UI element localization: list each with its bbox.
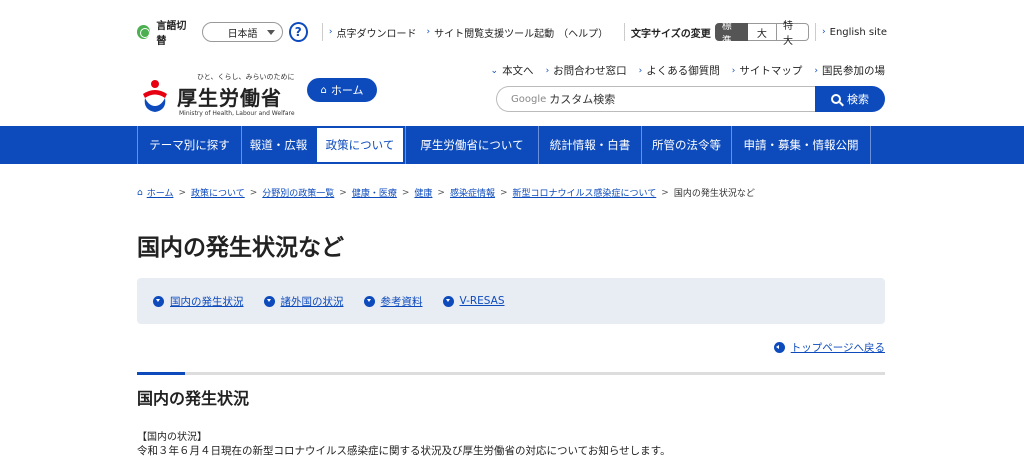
- english-site-link[interactable]: › English site: [822, 27, 887, 38]
- globe-icon: [137, 25, 151, 39]
- header-sub-links: ⌄ 本文へ › お問合わせ窓口 › よくある御質問 › サイトマップ › 国民参加の場: [444, 63, 885, 78]
- divider: [624, 23, 626, 41]
- chevron-down-icon: [266, 30, 275, 35]
- divider: [321, 23, 323, 41]
- nav-item-policy[interactable]: 政策について: [315, 126, 405, 164]
- skip-to-content-link[interactable]: ⌄ 本文へ: [491, 63, 534, 78]
- text-size-xlarge-button[interactable]: 特大: [777, 21, 810, 47]
- nav-item-press[interactable]: 報道・広報: [241, 126, 315, 164]
- public-participation-link[interactable]: › 国民参加の場: [814, 63, 885, 78]
- chevron-right-icon: ›: [731, 65, 736, 76]
- search-icon: [831, 94, 841, 104]
- breadcrumb-covid[interactable]: 新型コロナウイルス感染症について: [513, 186, 657, 199]
- contact-link[interactable]: › お問合わせ窓口: [546, 63, 627, 78]
- breadcrumb-policy[interactable]: 政策について: [191, 186, 245, 199]
- breadcrumb-home[interactable]: ホーム: [147, 186, 174, 199]
- chevron-right-icon: ›: [822, 27, 826, 37]
- back-to-top-link[interactable]: トップページへ戻る: [773, 340, 885, 355]
- nav-item-laws[interactable]: 所管の法令等: [641, 126, 731, 164]
- braille-download-link[interactable]: › 点字ダウンロード: [329, 25, 417, 40]
- text-size-label: 文字サイズの変更: [631, 28, 711, 40]
- nav-item-about[interactable]: 厚生労働省について: [405, 126, 538, 164]
- logo-english-name: Ministry of Health, Labour and Welfare: [179, 110, 295, 117]
- chevron-right-icon: ›: [328, 27, 333, 37]
- page-title: 国内の発生状況など: [137, 235, 344, 261]
- language-label: 言語切替: [156, 21, 187, 47]
- faq-link[interactable]: › よくある御質問: [639, 63, 720, 78]
- breadcrumb-current: 国内の発生状況など: [673, 189, 755, 199]
- chevron-right-icon: ›: [545, 65, 550, 76]
- nav-item-theme[interactable]: テーマ別に探す: [137, 126, 241, 164]
- breadcrumb-policy-list[interactable]: 分野別の政策一覧: [262, 186, 334, 199]
- google-label: Google: [511, 93, 547, 105]
- chevron-down-icon: ⌄: [490, 65, 499, 76]
- home-button[interactable]: ⌂ ホーム: [307, 78, 377, 102]
- search-input[interactable]: Google カスタム検索: [496, 86, 815, 112]
- arrow-left-circle-icon: [773, 342, 785, 353]
- toc-item-vresas[interactable]: V-RESAS: [442, 295, 505, 307]
- body-label: 【国内の状況】: [137, 432, 207, 443]
- toc-item-references[interactable]: 参考資料: [363, 294, 423, 309]
- nav-item-applications[interactable]: 申請・募集・情報公開: [731, 126, 871, 164]
- home-icon: ⌂: [320, 84, 327, 96]
- utility-bar: 言語切替 日本語 ? › 点字ダウンロード › サイト閲覧支援ツール起動 （ヘルプ）…: [137, 20, 887, 47]
- search-form: Google カスタム検索 検索: [496, 86, 885, 112]
- text-size-large-button[interactable]: 大: [747, 23, 777, 41]
- help-icon[interactable]: ?: [288, 22, 308, 42]
- nav-item-statistics[interactable]: 統計情報・白書: [538, 126, 641, 164]
- chevron-right-icon: ›: [426, 27, 431, 37]
- breadcrumb: ⌂ ホーム > 政策について > 分野別の政策一覧 > 健康・医療 > 健康 > 感染症情…: [137, 186, 755, 200]
- assist-tool-link[interactable]: › サイト閲覧支援ツール起動: [426, 25, 554, 40]
- page-toc: 国内の発生状況 諸外国の状況 参考資料 V-RESAS: [137, 278, 885, 324]
- mhlw-logo-icon: [143, 80, 167, 112]
- search-placeholder: カスタム検索: [549, 93, 616, 106]
- arrow-down-circle-icon: [363, 295, 375, 307]
- home-icon: ⌂: [137, 187, 143, 198]
- body-text: 令和３年６月４日現在の新型コロナウイルス感染症に関する状況及び厚生労働省の対応に…: [137, 445, 671, 457]
- arrow-down-circle-icon: [263, 295, 275, 307]
- sitemap-link[interactable]: › サイトマップ: [732, 63, 803, 78]
- arrow-down-circle-icon: [153, 295, 164, 307]
- chevron-right-icon: ›: [814, 65, 818, 76]
- language-select-value: 日本語: [227, 28, 258, 40]
- divider: [815, 23, 817, 41]
- global-nav: テーマ別に探す 報道・広報 政策について 厚生労働省について 統計情報・白書 所…: [0, 126, 1024, 164]
- site-logo[interactable]: ひと、くらし、みらいのために 厚生労働省 Ministry of Health,…: [137, 72, 297, 122]
- breadcrumb-infection-info[interactable]: 感染症情報: [450, 186, 495, 199]
- toc-item-domestic[interactable]: 国内の発生状況: [153, 294, 244, 309]
- breadcrumb-health-medical[interactable]: 健康・医療: [352, 186, 397, 199]
- chevron-right-icon: ›: [638, 65, 643, 76]
- assist-help-link[interactable]: （ヘルプ）: [558, 25, 608, 40]
- logo-tagline: ひと、くらし、みらいのために: [197, 73, 295, 81]
- section-divider: [137, 372, 885, 375]
- toc-item-overseas[interactable]: 諸外国の状況: [263, 294, 344, 309]
- logo-name: 厚生労働省: [177, 86, 282, 110]
- arrow-down-circle-icon: [442, 295, 454, 307]
- language-select[interactable]: 日本語: [202, 22, 283, 42]
- search-button[interactable]: 検索: [815, 86, 885, 112]
- section-title: 国内の発生状況: [137, 389, 250, 408]
- breadcrumb-health[interactable]: 健康: [414, 186, 432, 199]
- text-size-standard-button[interactable]: 標準: [714, 21, 748, 47]
